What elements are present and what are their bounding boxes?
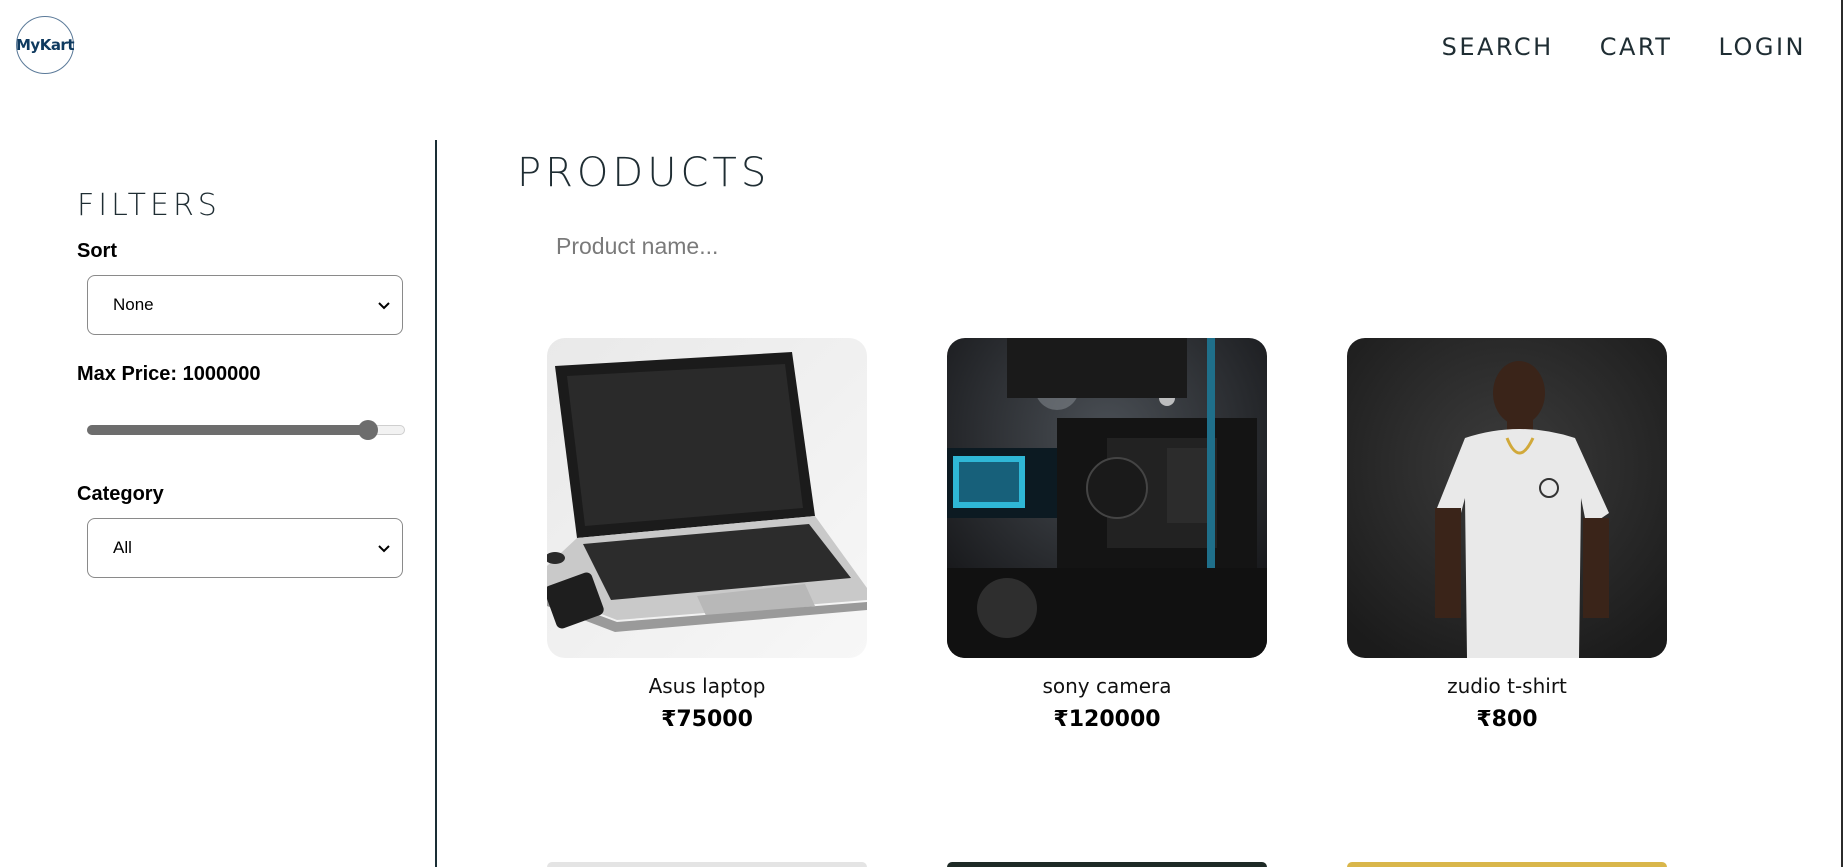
sort-select-value: None [113,295,154,314]
products-main: PRODUCTS Asus laptop ₹75 [437,140,1841,867]
category-select[interactable]: All [87,518,403,578]
max-price-slider[interactable] [87,419,405,441]
top-nav: SEARCH CART LOGIN [1442,33,1806,61]
nav-cart[interactable]: CART [1600,33,1673,61]
product-card-sony-camera[interactable]: sony camera ₹120000 [947,338,1267,732]
logo-text: MyKart [15,36,75,54]
category-select-value: All [113,538,132,557]
product-search-input[interactable] [554,228,1078,264]
filters-sidebar: FILTERS Sort None Max Price: 1000000 Cat… [0,140,435,867]
product-card-asus-laptop[interactable]: Asus laptop ₹75000 [547,338,867,732]
product-price: ₹75000 [661,707,753,732]
sort-label: Sort [77,240,117,262]
product-name: sony camera [1042,674,1172,698]
nav-search[interactable]: SEARCH [1442,33,1554,61]
laptop-image [547,338,867,658]
max-price-label: Max Price: 1000000 [77,363,261,385]
top-header: MyKart SEARCH CART LOGIN [0,0,1843,95]
product-card-partial[interactable] [947,862,1267,867]
page-title: PRODUCTS [517,150,771,196]
product-card-zudio-tshirt[interactable]: zudio t-shirt ₹800 [1347,338,1667,732]
sort-select[interactable]: None [87,275,403,335]
slider-fill [87,425,368,435]
mykart-logo[interactable]: MyKart [15,16,75,74]
chevron-down-icon [378,545,390,553]
product-name: zudio t-shirt [1447,674,1567,698]
camera-image [947,338,1267,658]
product-name: Asus laptop [648,674,766,698]
product-price: ₹800 [1476,707,1538,732]
slider-thumb[interactable] [358,420,378,440]
product-card-partial[interactable] [547,862,867,867]
product-card-partial[interactable] [1347,862,1667,867]
chevron-down-icon [378,302,390,310]
product-price: ₹120000 [1053,707,1161,732]
nav-login[interactable]: LOGIN [1718,33,1806,61]
category-label: Category [77,483,164,505]
tshirt-image [1347,338,1667,658]
filters-title: FILTERS [77,188,221,223]
